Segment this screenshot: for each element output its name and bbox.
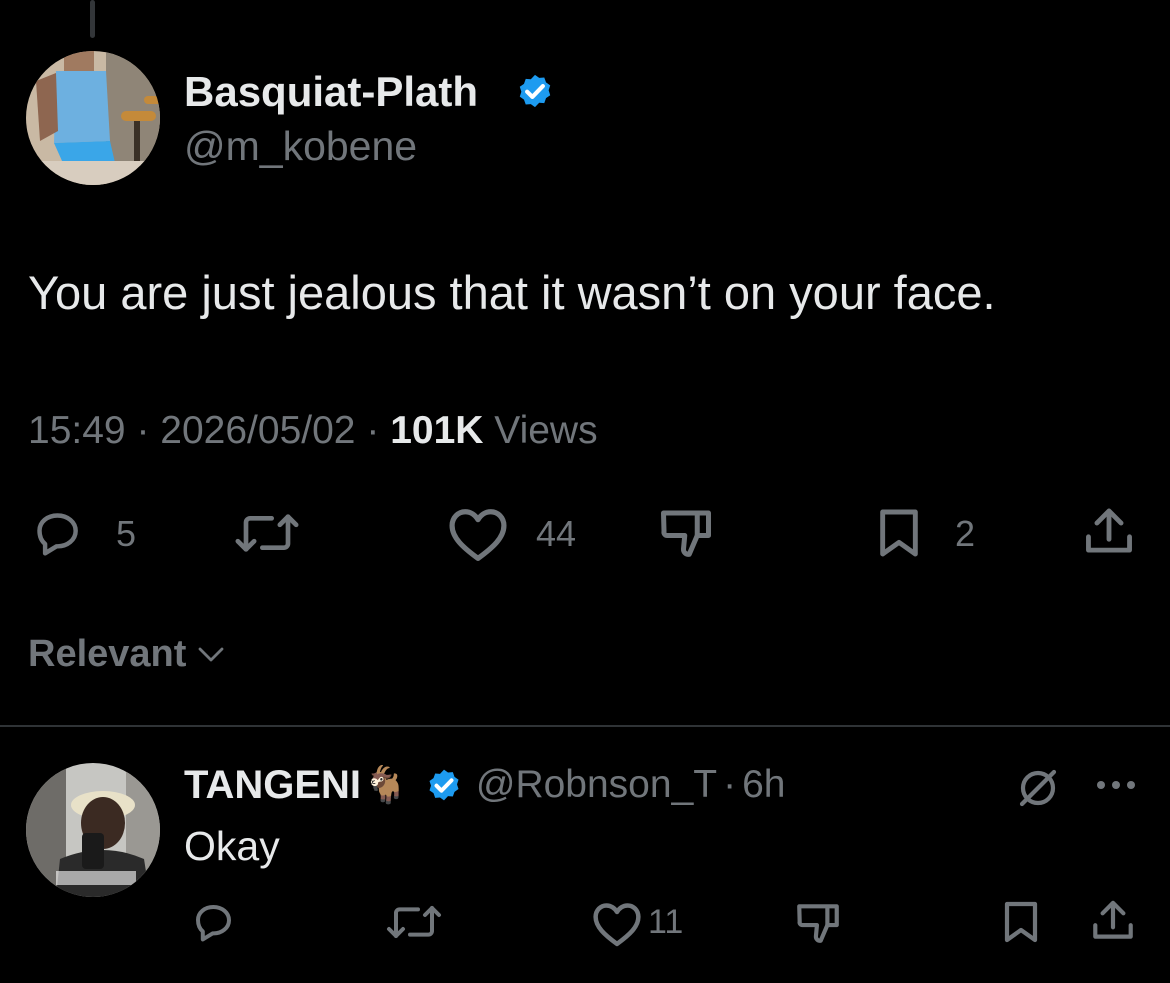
author-display-name[interactable]: Basquiat-Plath (184, 68, 478, 116)
reply-age[interactable]: 6h (742, 763, 785, 807)
verified-badge-icon (514, 70, 556, 112)
bookmark-icon[interactable] (998, 898, 1044, 946)
tweet-date[interactable]: 2026/05/02 (160, 409, 355, 452)
like-icon[interactable] (445, 503, 511, 563)
reply-icon[interactable] (188, 898, 238, 946)
like-count: 44 (536, 513, 577, 554)
dislike-icon[interactable] (655, 503, 717, 563)
retweet-icon[interactable] (232, 505, 302, 561)
meta-separator: · (136, 409, 150, 452)
reply-text: Okay (184, 823, 280, 869)
bookmark-count: 2 (955, 513, 976, 554)
reply-display-name[interactable]: TANGENI (184, 763, 361, 808)
share-icon[interactable] (1080, 503, 1138, 561)
chevron-down-icon (196, 644, 226, 664)
author-avatar[interactable] (26, 51, 160, 185)
reply-handle[interactable]: @Robnson_T (476, 763, 717, 807)
sort-label: Relevant (28, 632, 187, 675)
views-count: 101K (390, 409, 484, 452)
thread-connector-line (90, 0, 95, 38)
reply-like-count: 11 (648, 903, 684, 941)
views-label: Views (494, 409, 598, 452)
retweet-icon[interactable] (384, 898, 444, 946)
dislike-icon[interactable] (792, 898, 844, 948)
meta-separator: · (366, 409, 380, 452)
author-handle[interactable]: @m_kobene (184, 123, 417, 169)
tweet-text: You are just jealous that it wasn’t on y… (28, 266, 996, 319)
sort-selector[interactable]: Relevant (28, 630, 226, 678)
like-icon[interactable] (590, 898, 644, 948)
share-icon[interactable] (1088, 896, 1138, 946)
goat-emoji: 🐐 (363, 764, 408, 805)
reply-icon[interactable] (28, 505, 86, 561)
bookmark-icon[interactable] (872, 505, 926, 561)
divider (0, 725, 1170, 727)
verified-badge-icon (424, 765, 464, 805)
reply-header: TANGENI 🐐 @Robnson_T · 6h (184, 760, 785, 810)
tweet-meta: 15:49 · 2026/05/02 · 101K Views (28, 408, 598, 454)
meta-separator: · (723, 763, 737, 806)
reply-author-avatar[interactable] (26, 763, 160, 897)
tweet-time[interactable]: 15:49 (28, 409, 126, 452)
hide-reply-icon[interactable] (1014, 764, 1062, 812)
reply-count: 5 (116, 513, 137, 554)
more-options-icon[interactable] (1094, 778, 1138, 792)
